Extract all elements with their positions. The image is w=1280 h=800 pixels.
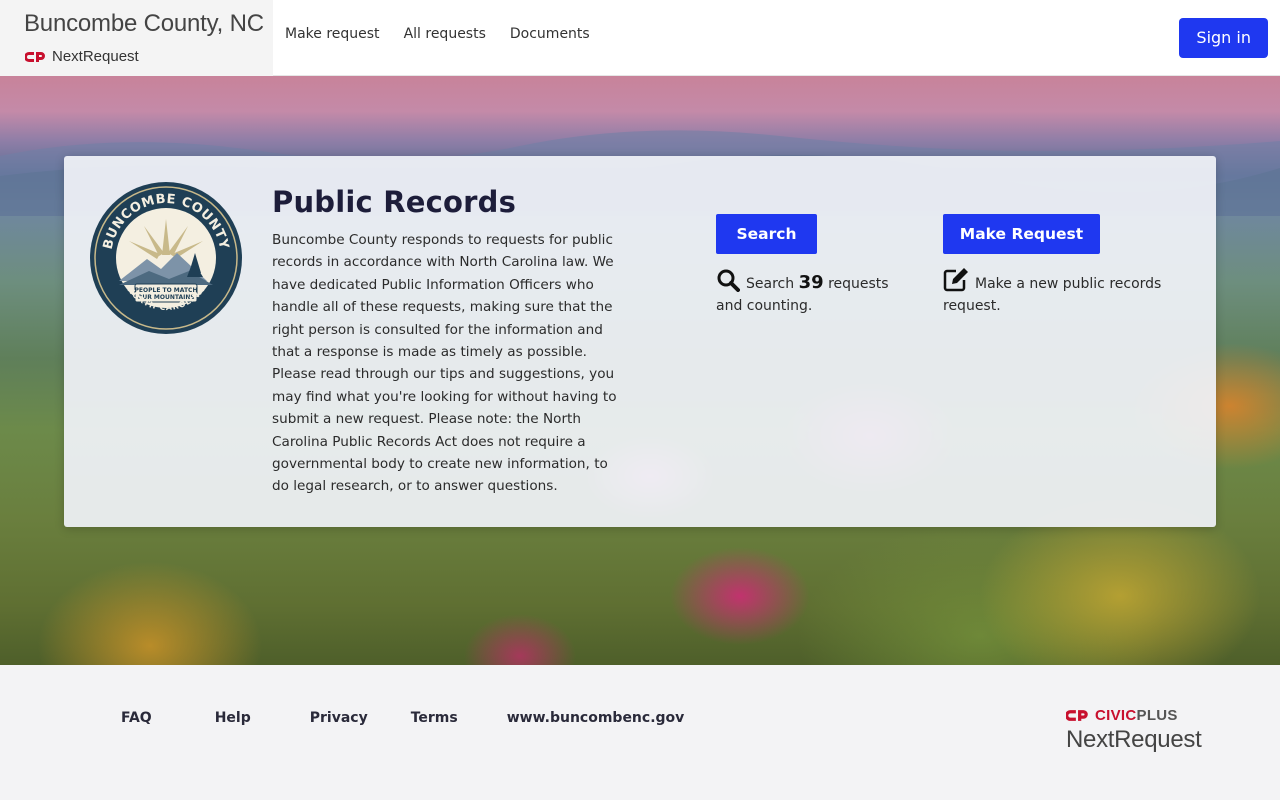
civicplus-logo-icon bbox=[25, 51, 45, 62]
civic-text: CIVIC bbox=[1095, 707, 1137, 724]
org-title[interactable]: Buncombe County, NC bbox=[24, 10, 264, 38]
brand-block[interactable]: Buncombe County, NC NextRequest bbox=[0, 0, 273, 76]
nav-make-request[interactable]: Make request bbox=[285, 26, 380, 42]
civicplus-text: CIVICPLUS bbox=[1095, 707, 1178, 724]
footer: FAQ Help Privacy Terms www.buncombenc.go… bbox=[0, 665, 1280, 800]
nextrequest-wordmark: NextRequest bbox=[1066, 726, 1202, 753]
seal-banner-line1: PEOPLE TO MATCH bbox=[135, 287, 198, 294]
request-count: 39 bbox=[798, 272, 824, 293]
footer-links: FAQ Help Privacy Terms www.buncombenc.go… bbox=[121, 710, 684, 726]
make-request-button[interactable]: Make Request bbox=[943, 214, 1100, 254]
nav-documents[interactable]: Documents bbox=[510, 26, 590, 42]
search-icon bbox=[717, 269, 740, 292]
footer-link-terms[interactable]: Terms bbox=[411, 710, 458, 726]
top-navbar: Buncombe County, NC NextRequest Make req… bbox=[0, 0, 1280, 76]
search-button[interactable]: Search bbox=[716, 214, 817, 254]
hero-banner: PEOPLE TO MATCH OUR MOUNTAINS BUNCOMBE C… bbox=[0, 76, 1280, 665]
search-note-prefix: Search bbox=[746, 276, 795, 292]
civicplus-logo-icon bbox=[1066, 710, 1088, 721]
footer-link-help[interactable]: Help bbox=[215, 710, 251, 726]
plus-text: PLUS bbox=[1136, 707, 1178, 724]
footer-link-county-site[interactable]: www.buncombenc.gov bbox=[507, 710, 685, 726]
intro-description: Buncombe County responds to requests for… bbox=[272, 232, 617, 495]
footer-link-privacy[interactable]: Privacy bbox=[310, 710, 368, 726]
county-seal-icon: PEOPLE TO MATCH OUR MOUNTAINS BUNCOMBE C… bbox=[90, 182, 242, 334]
edit-icon bbox=[943, 268, 968, 292]
page-title: Public Records bbox=[272, 185, 517, 219]
make-request-note: Make a new public records request. bbox=[943, 268, 1173, 317]
product-name: NextRequest bbox=[52, 48, 139, 65]
search-note: Search 39 requests and counting. bbox=[716, 268, 916, 317]
footer-link-faq[interactable]: FAQ bbox=[121, 710, 152, 726]
nav-all-requests[interactable]: All requests bbox=[404, 26, 486, 42]
main-nav: Make request All requests Documents bbox=[285, 26, 590, 42]
make-note-text: Make a new public records request. bbox=[943, 276, 1162, 314]
civicplus-wordmark: CIVICPLUS bbox=[1066, 707, 1201, 724]
footer-brand-logo[interactable]: CIVICPLUS NextRequest bbox=[1066, 707, 1202, 754]
public-records-card: PEOPLE TO MATCH OUR MOUNTAINS BUNCOMBE C… bbox=[64, 156, 1216, 527]
sign-in-button[interactable]: Sign in bbox=[1179, 18, 1268, 58]
product-logo: NextRequest bbox=[25, 48, 139, 65]
